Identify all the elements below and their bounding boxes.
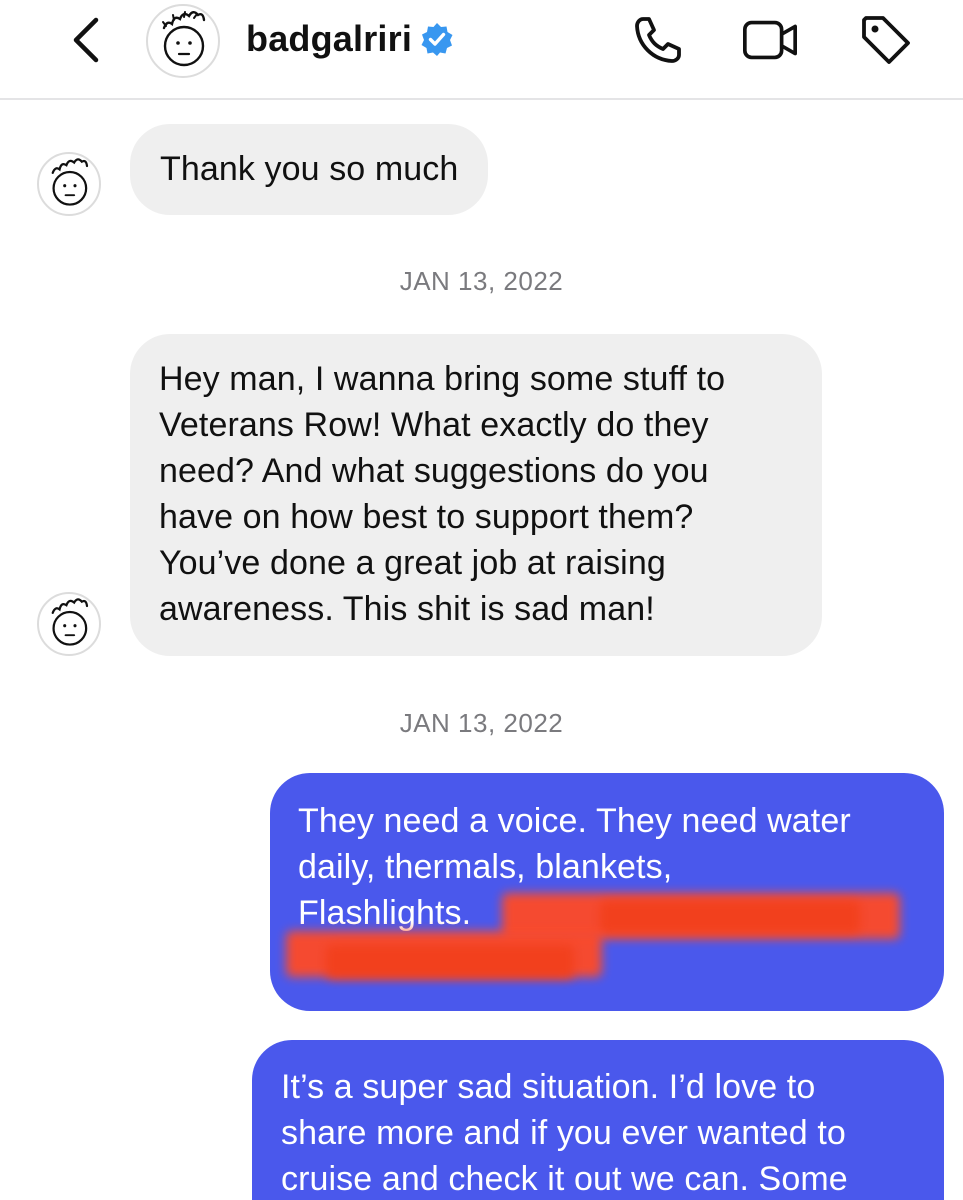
header-username: badgalriri bbox=[246, 18, 413, 59]
doodle-face-avatar-icon bbox=[51, 158, 89, 206]
sender-avatar[interactable] bbox=[37, 152, 101, 216]
dm-thread-screen: badgalriri Thank you so much JAN 13, 202… bbox=[0, 0, 963, 1200]
message-line: Veterans Row! What exactly do they bbox=[159, 406, 709, 444]
message-line: Thank you so much bbox=[160, 150, 459, 188]
redaction-scribble bbox=[600, 901, 860, 933]
message-line: share more and if you ever wanted to bbox=[281, 1114, 846, 1152]
verified-badge-icon bbox=[421, 23, 453, 56]
message-line: It’s a super sad situation. I’d love to bbox=[281, 1068, 816, 1106]
message-line: need? And what suggestions do you bbox=[159, 452, 709, 490]
redaction-scribble bbox=[326, 945, 574, 979]
tag-button[interactable] bbox=[856, 10, 916, 70]
doodle-face-avatar-icon bbox=[162, 11, 206, 67]
message-line: have on how best to support them? bbox=[159, 498, 694, 536]
message-timestamp: JAN 13, 2022 bbox=[399, 266, 564, 296]
message-line: cruise and check it out we can. Some bbox=[281, 1160, 848, 1198]
message-bubble-outgoing[interactable]: They need a voice. They need water daily… bbox=[270, 773, 944, 1011]
header-avatar[interactable] bbox=[146, 4, 220, 78]
message-line: They need a voice. They need water bbox=[298, 802, 851, 840]
sender-avatar[interactable] bbox=[37, 592, 101, 656]
tag-icon bbox=[862, 16, 910, 64]
audio-call-button[interactable] bbox=[628, 10, 688, 70]
username-link[interactable]: badgalriri bbox=[246, 14, 454, 64]
doodle-face-avatar-icon bbox=[51, 598, 89, 646]
phone-icon bbox=[635, 17, 681, 63]
message-bubble-incoming[interactable]: Hey man, I wanna bring some stuff to Vet… bbox=[130, 334, 822, 656]
message-bubble-incoming[interactable]: Thank you so much bbox=[130, 124, 489, 215]
back-button[interactable] bbox=[60, 10, 110, 70]
message-bubble-outgoing[interactable]: It’s a super sad situation. I’d love to … bbox=[252, 1040, 944, 1200]
message-timestamp: JAN 13, 2022 bbox=[399, 708, 564, 738]
video-camera-icon bbox=[743, 20, 797, 60]
video-call-button[interactable] bbox=[740, 10, 800, 70]
message-line: Hey man, I wanna bring some stuff to bbox=[159, 360, 726, 398]
message-line: You’ve done a great job at raising bbox=[159, 544, 666, 582]
thread-header: badgalriri bbox=[0, 0, 963, 100]
message-line: daily, thermals, blankets, bbox=[298, 848, 673, 886]
message-line: awareness. This shit is sad man! bbox=[159, 590, 655, 628]
chevron-left-icon bbox=[73, 17, 99, 63]
